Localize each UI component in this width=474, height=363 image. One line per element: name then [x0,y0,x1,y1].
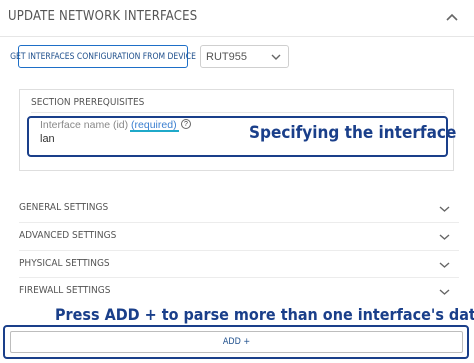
panel-header[interactable]: UPDATE NETWORK INTERFACES [0,0,474,36]
interface-name-label-text: Interface name (id) [40,119,129,131]
section-label: FIREWALL SETTINGS [19,285,111,296]
section-divider [19,277,459,278]
header-divider [0,36,474,37]
add-button[interactable]: ADD + [10,331,463,353]
annotation-specify: Specifying the interface [249,123,457,143]
chevron-down-icon [439,206,450,212]
page-title: UPDATE NETWORK INTERFACES [8,9,198,24]
section-general-settings[interactable]: GENERAL SETTINGS [0,196,474,222]
chevron-down-icon [439,289,450,295]
section-prerequisites-divider [31,112,445,113]
section-advanced-settings[interactable]: ADVANCED SETTINGS [0,224,474,250]
annotation-press-add: Press ADD + to parse more than one inter… [55,305,474,324]
chevron-down-icon [439,234,450,240]
section-label: GENERAL SETTINGS [19,202,109,213]
section-label: ADVANCED SETTINGS [19,230,117,241]
section-divider [19,250,459,251]
help-icon[interactable]: ? [181,119,191,129]
chevron-down-icon [271,54,281,60]
section-physical-settings[interactable]: PHYSICAL SETTINGS [0,252,474,278]
required-underline [130,130,179,132]
chevron-up-icon[interactable] [446,12,458,22]
get-interfaces-config-button[interactable]: GET INTERFACES CONFIGURATION FROM DEVICE [10,45,196,68]
device-select-value: RUT955 [206,50,247,63]
section-divider [19,222,459,223]
section-firewall-settings[interactable]: FIREWALL SETTINGS [0,279,474,305]
section-label: PHYSICAL SETTINGS [19,258,110,269]
section-prerequisites-title: SECTION PREREQUISITES [31,97,145,108]
chevron-down-icon [439,262,450,268]
interface-name-input[interactable]: lan [40,133,55,145]
device-select[interactable]: RUT955 [200,45,289,68]
